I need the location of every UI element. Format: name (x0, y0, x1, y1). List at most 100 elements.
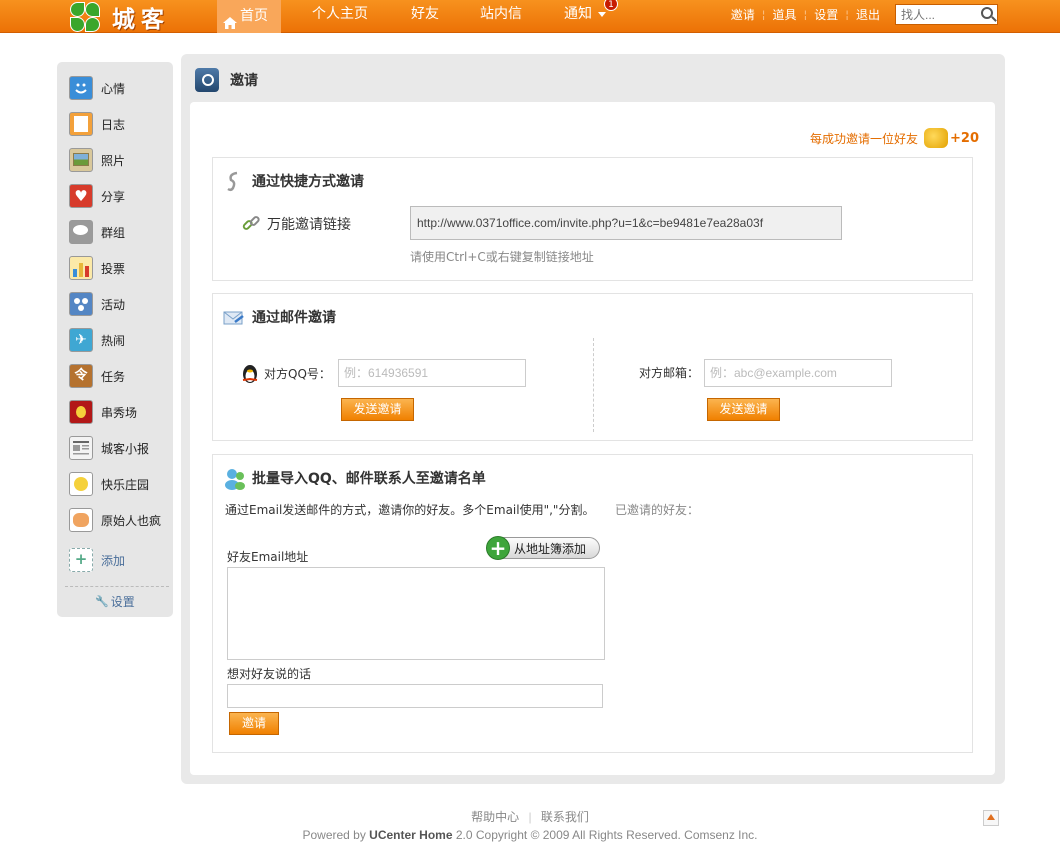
sidebar-item-label: 活动 (101, 297, 126, 312)
sidebar-item-label: 城客小报 (101, 441, 150, 456)
message-label: 想对好友说的话 (227, 667, 312, 681)
site-logo[interactable]: 城客 (68, 0, 170, 33)
send-email-invite-button[interactable]: 发送邀请 (707, 398, 780, 421)
qq-label: 对方QQ号： (264, 366, 331, 381)
emails-label: 好友Email地址 (227, 550, 309, 564)
search-input[interactable] (896, 5, 976, 24)
sidebar: 心情 日志 照片 ♥ 分享 群组 投票 活动 ✈ 热闹 令 任务 串秀场 城客小… (57, 62, 173, 617)
mail-invite-section: 通过邮件邀请 对方QQ号： 例：614936591 发送邀请 对方邮箱： 例：a… (212, 293, 973, 441)
bar-chart-icon (69, 256, 93, 280)
stage-icon (69, 400, 93, 424)
sidebar-item-label: 任务 (101, 369, 126, 384)
chevron-down-icon (598, 11, 607, 17)
sidebar-settings-link[interactable]: 🔧 设置 (95, 593, 135, 610)
nav-notifications[interactable]: 通知 1 (564, 0, 618, 33)
clover-logo-icon (68, 0, 102, 34)
newspaper-icon (69, 436, 93, 460)
wrench-icon: 🔧 (95, 595, 109, 608)
chain-link-icon (241, 214, 261, 234)
section-title: 通过快捷方式邀请 (223, 170, 364, 192)
search-icon[interactable] (981, 7, 993, 19)
quick-invite-title: 通过快捷方式邀请 (252, 174, 364, 190)
footer-links: 帮助中心 | 联系我们 (0, 808, 1060, 825)
sidebar-item-blog[interactable]: 日志 (69, 111, 125, 137)
invite-reward: 每成功邀请一位好友 +20 (810, 128, 979, 148)
sidebar-item-caveman[interactable]: 原始人也疯 (69, 507, 161, 533)
email-input[interactable]: 例：abc@example.com (704, 359, 892, 387)
batch-import-section: 批量导入QQ、邮件联系人至邀请名单 通过Email发送邮件的方式，邀请你的好友。… (212, 454, 973, 753)
section-title: 通过邮件邀请 (223, 306, 336, 328)
header-link-logout[interactable]: 退出 (856, 6, 880, 23)
message-input[interactable] (227, 684, 603, 708)
sidebar-item-farm[interactable]: 快乐庄园 (69, 471, 149, 497)
search-box (895, 4, 998, 25)
nav-notifications-label: 通知 (564, 6, 592, 22)
sidebar-item-hot[interactable]: ✈ 热闹 (69, 327, 125, 353)
footer-link-help[interactable]: 帮助中心 (471, 810, 519, 824)
header-link-separator: ¦ (803, 8, 808, 21)
logo-text: 城客 (112, 5, 170, 33)
smiley-icon (69, 76, 93, 100)
batch-description: 通过Email发送邮件的方式，邀请你的好友。多个Email使用","分割。 (225, 503, 595, 517)
copy-hint: 请使用Ctrl+C或右键复制链接地址 (410, 250, 594, 264)
chat-bubbles-icon (69, 220, 93, 244)
add-from-addressbook-button[interactable]: + 从地址簿添加 (486, 536, 600, 560)
header-link-settings[interactable]: 设置 (814, 6, 838, 23)
emails-textarea[interactable] (227, 567, 605, 660)
sidebar-item-label: 日志 (101, 117, 126, 132)
sidebar-item-tasks[interactable]: 令 任务 (69, 363, 125, 389)
invite-url-field[interactable]: http://www.0371office.com/invite.php?u=1… (410, 206, 842, 240)
sidebar-item-label: 原始人也疯 (101, 513, 162, 528)
sidebar-add-label: 添加 (101, 553, 126, 568)
header-link-props[interactable]: 道具 (773, 6, 797, 23)
section-title: 批量导入QQ、邮件联系人至邀请名单 (223, 467, 486, 490)
header-link-invite[interactable]: 邀请 (731, 6, 755, 23)
sidebar-item-mood[interactable]: 心情 (69, 75, 125, 101)
sidebar-item-share[interactable]: ♥ 分享 (69, 183, 125, 209)
home-icon (223, 11, 237, 29)
top-header: 城客 首页 个人主页 好友 站内信 通知 1 邀请 ¦ 道具 ¦ 设置 ¦ 退出 (0, 0, 1060, 33)
plus-icon: + (69, 548, 93, 572)
link-swirl-icon (223, 170, 245, 192)
universal-link-label-row: 万能邀请链接 (241, 214, 351, 234)
plus-circle-icon: + (486, 536, 510, 560)
footer-link-contact[interactable]: 联系我们 (541, 810, 589, 824)
nav-home-label: 首页 (240, 8, 268, 24)
invite-broadcast-icon (195, 68, 219, 92)
quick-invite-section: 通过快捷方式邀请 万能邀请链接 http://www.0371office.co… (212, 157, 973, 281)
invited-friends-label: 已邀请的好友： (615, 503, 700, 517)
sidebar-item-groups[interactable]: 群组 (69, 219, 125, 245)
nav-messages[interactable]: 站内信 (480, 0, 522, 33)
nav-friends[interactable]: 好友 (411, 0, 439, 33)
mail-invite-title: 通过邮件邀请 (252, 310, 336, 326)
nav-home[interactable]: 首页 (217, 0, 281, 33)
reward-points: +20 (950, 130, 979, 146)
send-qq-invite-button[interactable]: 发送邀请 (341, 398, 414, 421)
back-to-top-icon[interactable] (983, 810, 999, 826)
sidebar-item-photos[interactable]: 照片 (69, 147, 125, 173)
envelope-arrow-icon (223, 306, 245, 328)
header-link-separator: ¦ (761, 8, 766, 21)
sidebar-item-polls[interactable]: 投票 (69, 255, 125, 281)
sidebar-item-label: 心情 (101, 81, 126, 96)
invite-submit-button[interactable]: 邀请 (229, 712, 279, 735)
footer-copyright: Powered by UCenter Home 2.0 Copyright © … (0, 828, 1060, 842)
addbook-label: 从地址簿添加 (514, 541, 587, 556)
footer-separator: | (528, 810, 532, 824)
nav-profile[interactable]: 个人主页 (312, 0, 368, 33)
qq-input[interactable]: 例：614936591 (338, 359, 526, 387)
batch-import-title: 批量导入QQ、邮件联系人至邀请名单 (252, 471, 486, 487)
sidebar-item-stage[interactable]: 串秀场 (69, 399, 137, 425)
people-icon (69, 292, 93, 316)
sidebar-item-news[interactable]: 城客小报 (69, 435, 149, 461)
sidebar-item-label: 快乐庄园 (101, 477, 150, 492)
sidebar-settings-label: 设置 (110, 595, 135, 609)
sidebar-add-app[interactable]: + 添加 (69, 547, 125, 573)
header-link-separator: ¦ (845, 8, 849, 21)
notification-badge: 1 (604, 0, 618, 11)
qq-label-row: 对方QQ号： (240, 362, 331, 384)
sidebar-item-events[interactable]: 活动 (69, 291, 125, 317)
sidebar-item-label: 照片 (101, 153, 126, 168)
sidebar-item-label: 热闹 (101, 333, 126, 348)
powered-by-brand[interactable]: UCenter Home (369, 828, 452, 842)
